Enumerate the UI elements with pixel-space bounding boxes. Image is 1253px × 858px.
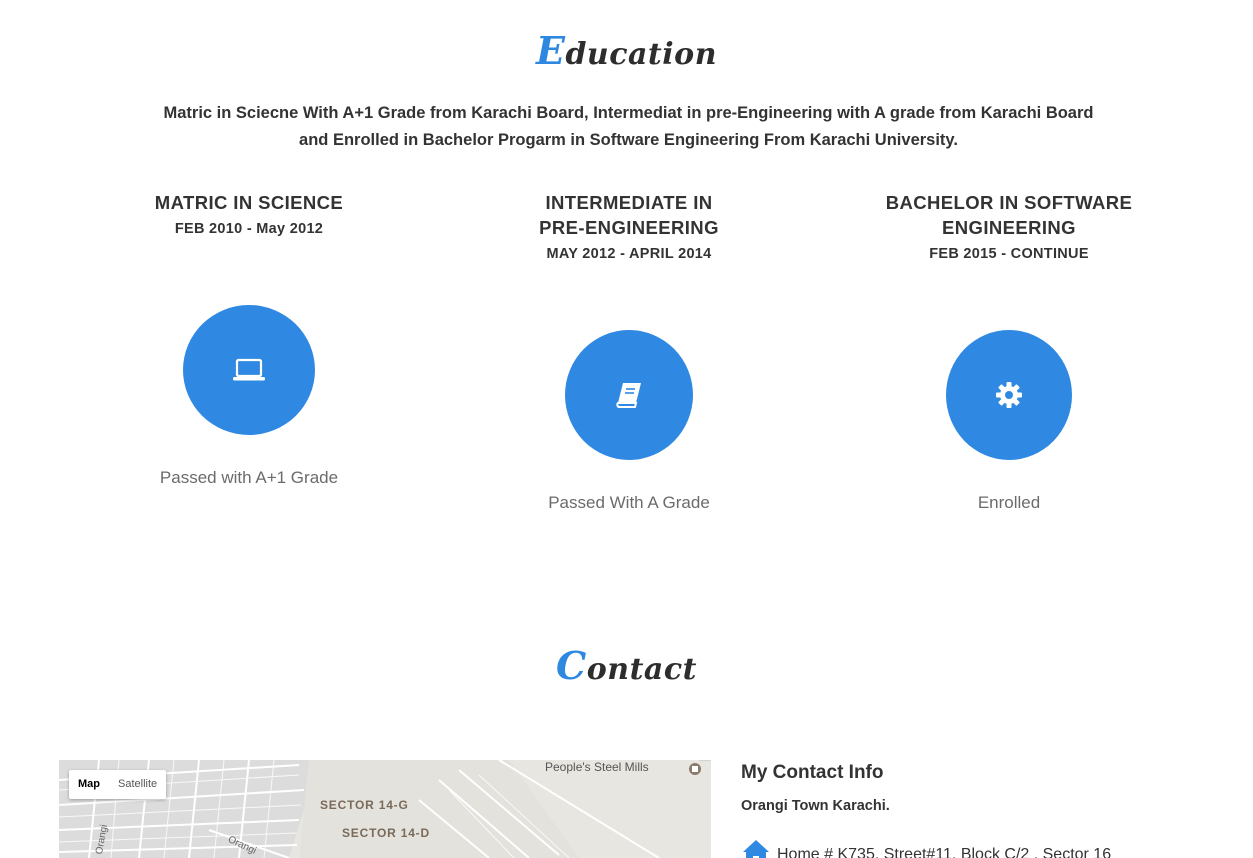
contact-address: Home # K735, Street#11, Block C/2 , Sect…: [741, 838, 1111, 858]
edu-item-title: BACHELOR IN SOFTWARE ENGINEERING: [885, 192, 1133, 238]
edu-icon-circle: [183, 305, 315, 435]
location-map[interactable]: Map Satellite SECTOR 14-G SECTOR 14-D Pe…: [59, 760, 711, 858]
edu-item-intermediate: INTERMEDIATE IN PRE-ENGINEERING MAY 2012 …: [439, 190, 819, 262]
map-label: SECTOR 14-G: [320, 798, 409, 812]
edu-item-title: MATRIC IN SCIENCE: [154, 192, 344, 213]
satellite-button[interactable]: Satellite: [109, 770, 166, 799]
edu-item-dates: MAY 2012 - APRIL 2014: [546, 246, 712, 262]
education-intro: Matric in Sciecne With A+1 Grade from Ka…: [163, 104, 1094, 149]
book-icon: [616, 383, 641, 408]
edu-item-bachelor: BACHELOR IN SOFTWARE ENGINEERING FEB 2015…: [819, 190, 1199, 262]
home-icon: [743, 840, 769, 858]
edu-icon-circle: [565, 330, 693, 460]
map-type-control: Map Satellite: [69, 770, 167, 799]
edu-item-matric: MATRIC IN SCIENCE FEB 2010 - May 2012: [59, 190, 439, 237]
edu-item-result: Passed With A Grade: [548, 493, 710, 512]
gear-icon: [996, 382, 1022, 408]
map-poi: People's Steel Mills: [545, 760, 649, 774]
address-text: Home # K735, Street#11, Block C/2 , Sect…: [777, 846, 1112, 858]
map-button[interactable]: Map: [69, 770, 109, 799]
education-title: Education: [535, 28, 718, 73]
edu-item-result: Enrolled: [977, 493, 1041, 512]
edu-item-dates: FEB 2010 - May 2012: [174, 221, 324, 237]
edu-item-result: Passed with A+1 Grade: [159, 468, 339, 487]
edu-icon-circle: [946, 330, 1072, 460]
edu-item-title: INTERMEDIATE IN PRE-ENGINEERING: [539, 192, 719, 238]
edu-item-dates: FEB 2015 - CONTINUE: [929, 246, 1089, 262]
map-label: SECTOR 14-D: [342, 826, 430, 840]
contact-title: Contact: [556, 643, 697, 688]
contact-town: Orangi Town Karachi.: [741, 798, 890, 814]
laptop-icon: [233, 358, 265, 381]
contact-info-heading: My Contact Info: [741, 762, 884, 783]
